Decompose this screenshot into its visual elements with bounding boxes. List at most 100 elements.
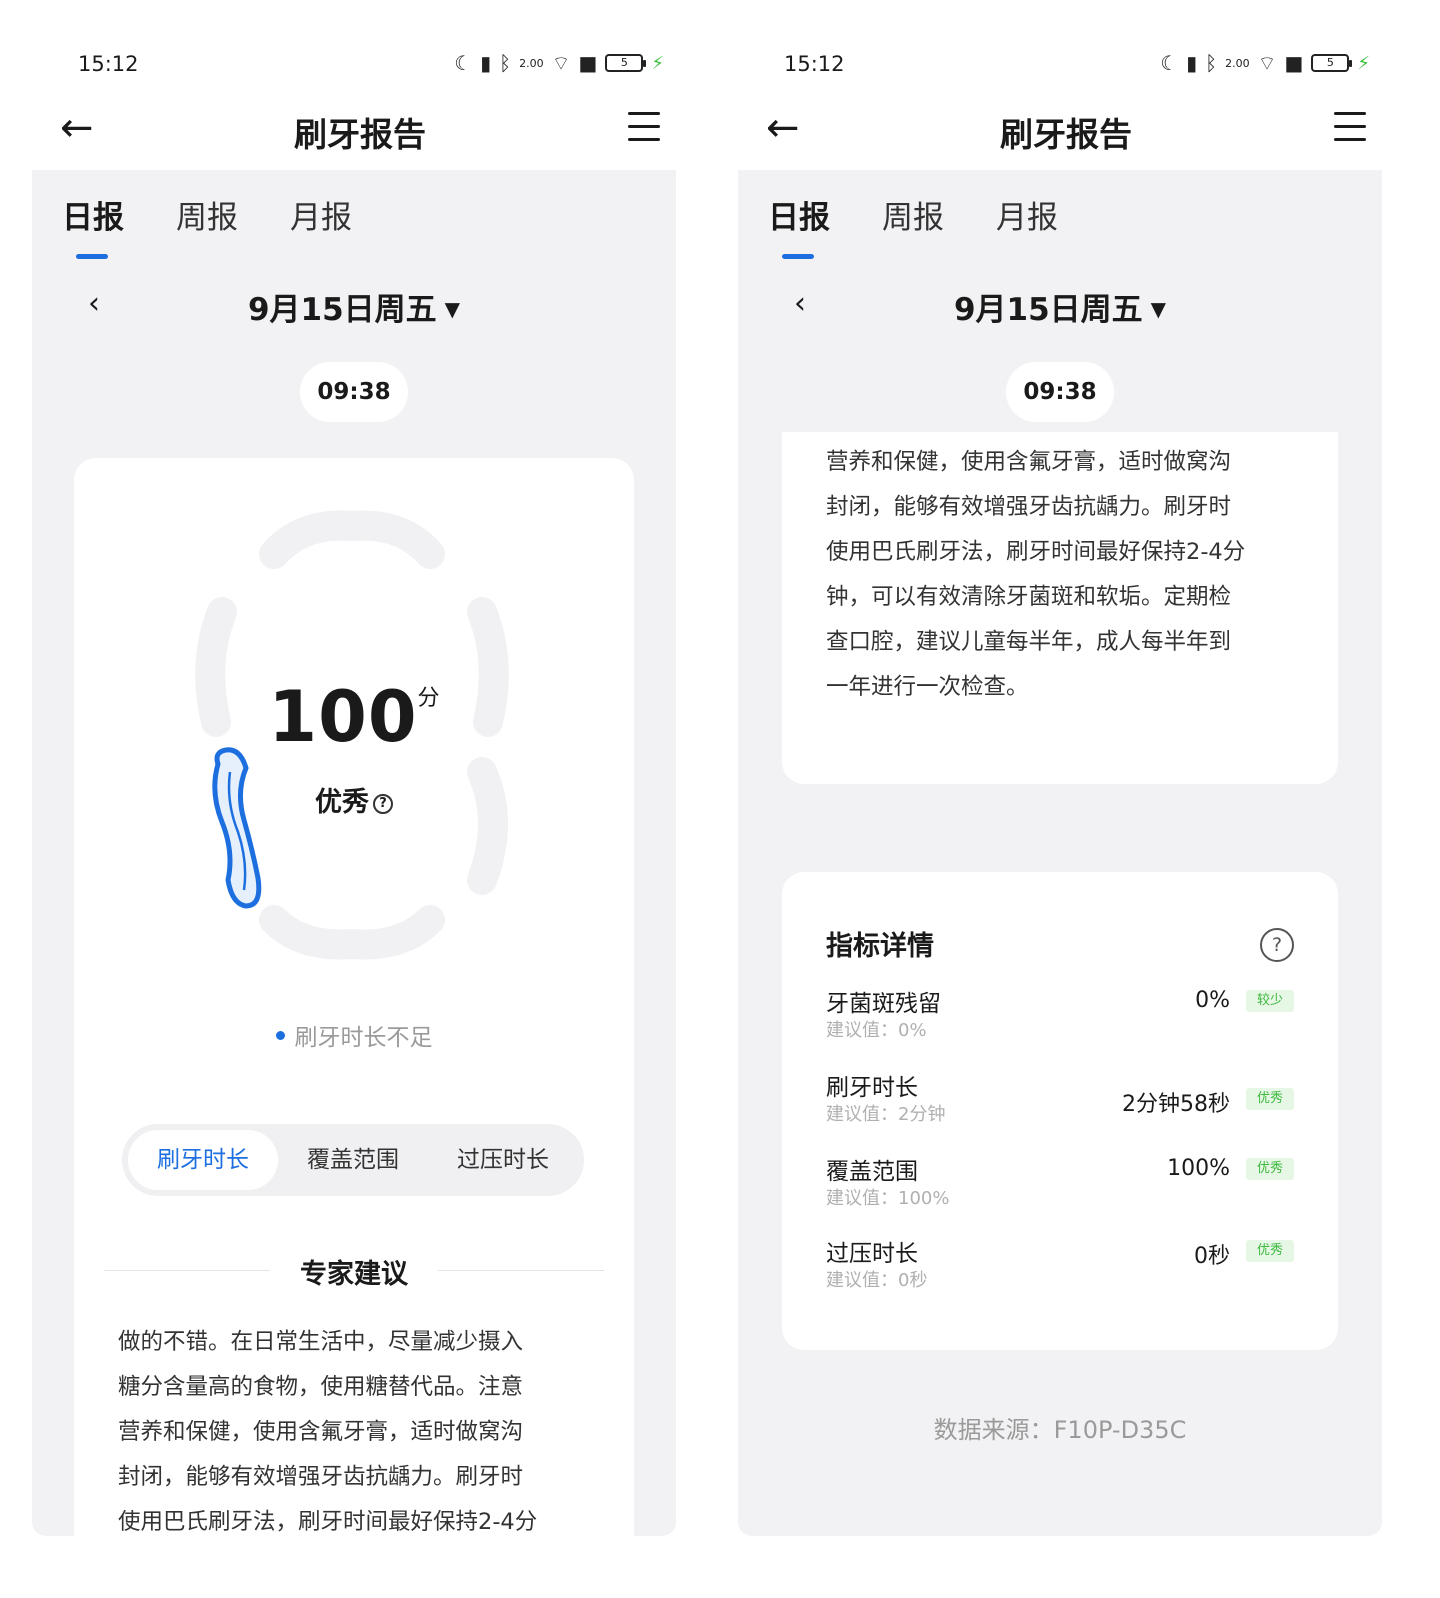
advice-line: 使用巴氏刷牙法，刷牙时间最好保持2-4分 xyxy=(118,1509,538,1535)
advice-header: 专家建议 xyxy=(104,1252,604,1292)
tab-weekly[interactable]: 周报 xyxy=(176,192,238,251)
metric-value: 2分钟58秒 xyxy=(1122,1092,1230,1117)
date-selector: ‹ 9月15日周五 ▼ xyxy=(32,278,676,328)
metrics-card: 指标详情 ? 牙菌斑残留 建议值：0% 0% 较少 刷牙时长 建议值：2分钟 2… xyxy=(782,872,1338,1350)
score-unit: 分 xyxy=(417,686,440,711)
score-value: 100 xyxy=(268,676,418,758)
metric-name: 刷牙时长 xyxy=(826,1075,918,1101)
hint-text: 刷牙时长不足 xyxy=(294,1025,433,1051)
status-icons: ☾ ▮ ᛒ 2.00 ⌔ ■ 5 ⚡ xyxy=(454,50,664,76)
advice-title: 专家建议 xyxy=(300,1259,408,1290)
metric-name: 覆盖范围 xyxy=(826,1159,918,1185)
nav-bar: ← 刷牙报告 xyxy=(20,100,700,162)
metric-row: 覆盖范围 建议值：100% 100% 优秀 xyxy=(826,1152,1294,1212)
metric-badge: 优秀 xyxy=(1246,1088,1294,1110)
wifi-icon: ⌔ xyxy=(551,51,571,75)
hint-dot xyxy=(275,1031,285,1040)
question-circle-icon: ? xyxy=(373,794,393,814)
sim-icon: ■ xyxy=(578,51,598,75)
metric-badge: 优秀 xyxy=(1246,1240,1294,1262)
advice-line: 封闭，能够有效增强牙齿抗龋力。刷牙时 xyxy=(826,494,1232,520)
phone-screen-right: 15:12 ☾ ▮ ᛒ 2.00 ⌔ ■ 5 ⚡ ← 刷牙报告 日报 周报 月报… xyxy=(726,0,1406,1598)
tab-daily[interactable]: 日报 xyxy=(62,192,124,259)
tab-daily[interactable]: 日报 xyxy=(768,192,830,259)
advice-text: 做的不错。在日常生活中，尽量减少摄入 糖分含量高的食物，使用糖替代品。注意 营养… xyxy=(118,1320,610,1536)
session-time-pill[interactable]: 09:38 xyxy=(300,362,408,422)
score-grade[interactable]: 优秀? xyxy=(74,780,634,819)
metric-row: 刷牙时长 建议值：2分钟 2分钟58秒 优秀 xyxy=(826,1068,1294,1128)
session-time-pill[interactable]: 09:38 xyxy=(1006,362,1114,422)
score-card: 100分 优秀? 刷牙时长不足 刷牙时长 覆盖范围 过压时长 专家建议 做的不错… xyxy=(74,458,634,1536)
metric-value: 0% xyxy=(1195,988,1230,1013)
triangle-down-icon: ▼ xyxy=(1150,297,1167,321)
metric-row: 牙菌斑残留 建议值：0% 0% 较少 xyxy=(826,984,1294,1044)
moon-icon: ☾ xyxy=(454,51,473,75)
page-title: 刷牙报告 xyxy=(1000,115,1132,154)
moon-icon: ☾ xyxy=(1160,51,1179,75)
charging-icon: ⚡ xyxy=(1357,52,1370,74)
grade-label: 优秀 xyxy=(315,787,369,818)
advice-card: 营养和保健，使用含氟牙膏，适时做窝沟 封闭，能够有效增强牙齿抗龋力。刷牙时 使用… xyxy=(782,432,1338,784)
metric-suggest: 建议值：100% xyxy=(826,1188,950,1209)
report-panel: 日报 周报 月报 ‹ 9月15日周五 ▼ 营养和保健，使用含氟牙膏，适时做窝沟 封… xyxy=(738,170,1382,1536)
metric-row: 过压时长 建议值：0秒 0秒 优秀 xyxy=(826,1234,1294,1294)
date-dropdown[interactable]: 9月15日周五 ▼ xyxy=(32,284,676,329)
menu-icon[interactable] xyxy=(1334,112,1366,146)
advice-line: 营养和保健，使用含氟牙膏，适时做窝沟 xyxy=(826,449,1232,475)
segment-overpressure[interactable]: 过压时长 xyxy=(428,1130,578,1190)
report-tabs: 日报 周报 月报 xyxy=(62,192,352,259)
vibrate-icon: ▮ xyxy=(480,51,492,75)
metric-suggest: 建议值：2分钟 xyxy=(826,1104,946,1125)
data-source: 数据来源：F10P-D35C xyxy=(933,1416,1187,1444)
status-icons: ☾ ▮ ᛒ 2.00 ⌔ ■ 5 ⚡ xyxy=(1160,50,1370,76)
metric-badge: 优秀 xyxy=(1246,1158,1294,1180)
bluetooth-icon: ᛒ xyxy=(499,51,512,75)
advice-line: 一年进行一次检查。 xyxy=(826,674,1029,700)
net-speed: 2.00 xyxy=(1225,56,1250,70)
tab-weekly[interactable]: 周报 xyxy=(882,192,944,251)
advice-line: 封闭，能够有效增强牙齿抗龋力。刷牙时 xyxy=(118,1464,524,1490)
page-title: 刷牙报告 xyxy=(294,115,426,154)
advice-line: 糖分含量高的食物，使用糖替代品。注意 xyxy=(118,1374,524,1400)
metric-name: 牙菌斑残留 xyxy=(826,991,941,1017)
advice-line: 营养和保健，使用含氟牙膏，适时做窝沟 xyxy=(118,1419,524,1445)
advice-line: 做的不错。在日常生活中，尽量减少摄入 xyxy=(118,1329,524,1355)
status-bar: 15:12 ☾ ▮ ᛒ 2.00 ⌔ ■ 5 ⚡ xyxy=(20,48,700,82)
charging-icon: ⚡ xyxy=(651,52,664,74)
segment-duration[interactable]: 刷牙时长 xyxy=(128,1130,278,1190)
report-panel: 日报 周报 月报 ‹ 9月15日周五 ▼ 09:38 100分 优秀 ? 刷牙时… xyxy=(32,170,676,1536)
status-time: 15:12 xyxy=(784,52,845,76)
score-display: 100分 xyxy=(74,676,634,758)
triangle-down-icon: ▼ xyxy=(444,297,461,321)
nav-bar: ← 刷牙报告 xyxy=(726,100,1406,162)
phone-screen-left: 15:12 ☾ ▮ ᛒ 2.00 ⌔ ■ 5 ⚡ ← 刷牙报告 日报 周报 月报… xyxy=(20,0,700,1598)
divider xyxy=(438,1270,604,1271)
vibrate-icon: ▮ xyxy=(1186,51,1198,75)
advice-text: 营养和保健，使用含氟牙膏，适时做窝沟 封闭，能够有效增强牙齿抗龋力。刷牙时 使用… xyxy=(826,440,1314,710)
sim-icon: ■ xyxy=(1284,51,1304,75)
segment-coverage[interactable]: 覆盖范围 xyxy=(278,1130,428,1190)
metric-suggest: 建议值：0秒 xyxy=(826,1270,928,1291)
metric-suggest: 建议值：0% xyxy=(826,1020,927,1041)
date-dropdown[interactable]: 9月15日周五 ▼ xyxy=(738,284,1382,329)
advice-line: 使用巴氏刷牙法，刷牙时间最好保持2-4分 xyxy=(826,539,1246,565)
net-speed: 2.00 xyxy=(519,56,544,70)
metric-badge: 较少 xyxy=(1246,990,1294,1012)
status-bar: 15:12 ☾ ▮ ᛒ 2.00 ⌔ ■ 5 ⚡ xyxy=(726,48,1406,82)
battery-icon: 5 xyxy=(1311,54,1353,72)
report-tabs: 日报 周报 月报 xyxy=(768,192,1058,259)
tab-monthly[interactable]: 月报 xyxy=(996,192,1058,251)
metrics-title: 指标详情 xyxy=(826,931,934,962)
advice-line: 查口腔，建议儿童每半年，成人每半年到 xyxy=(826,629,1232,655)
wifi-icon: ⌔ xyxy=(1257,51,1277,75)
menu-icon[interactable] xyxy=(628,112,660,146)
metric-segmented-control: 刷牙时长 覆盖范围 过压时长 xyxy=(122,1124,584,1196)
question-circle-icon[interactable]: ? xyxy=(1260,928,1294,962)
date-label: 9月15日周五 xyxy=(953,292,1143,328)
date-label: 9月15日周五 xyxy=(247,292,437,328)
metric-name: 过压时长 xyxy=(826,1241,918,1267)
metric-value: 0秒 xyxy=(1194,1244,1230,1269)
battery-icon: 5 xyxy=(605,54,647,72)
bluetooth-icon: ᛒ xyxy=(1205,51,1218,75)
tab-monthly[interactable]: 月报 xyxy=(290,192,352,251)
